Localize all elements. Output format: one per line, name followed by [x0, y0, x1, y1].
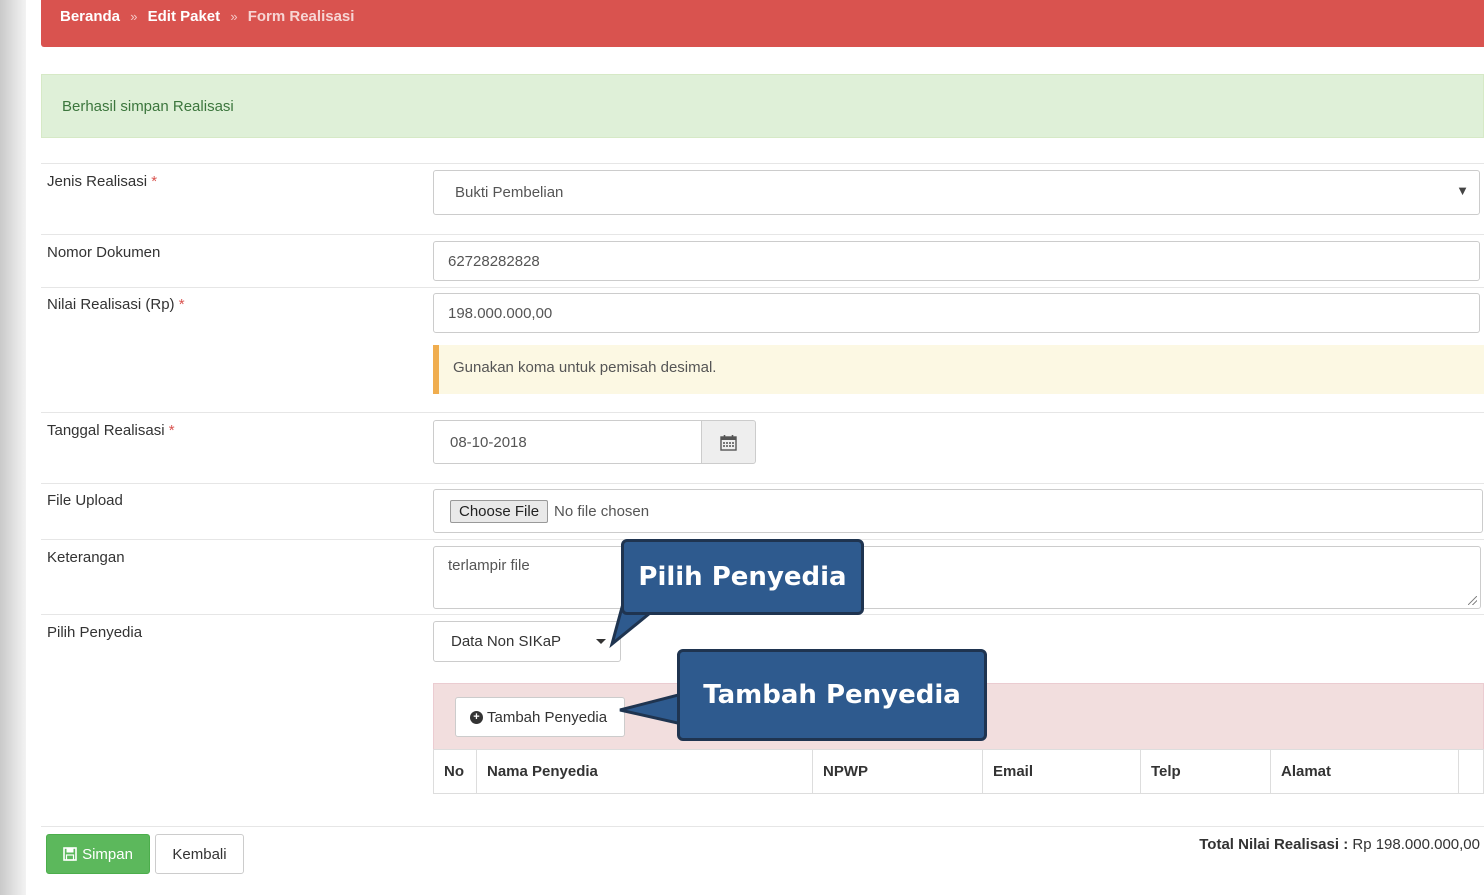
simpan-button[interactable]: Simpan — [46, 834, 150, 874]
callout-tambah-penyedia: Tambah Penyedia — [677, 649, 987, 741]
column-header-no: No — [433, 749, 477, 794]
nomor-dokumen-label: Nomor Dokumen — [47, 244, 161, 261]
required-mark: * — [151, 173, 158, 190]
column-header-telp: Telp — [1140, 749, 1271, 794]
pilih-penyedia-label: Pilih Penyedia — [47, 624, 143, 641]
calendar-icon — [720, 434, 737, 451]
choose-file-button[interactable]: Choose File — [450, 499, 549, 523]
jenis-realisasi-value: Bukti Pembelian — [455, 184, 564, 201]
form-realisasi-page: Beranda » Edit Paket » Form Realisasi Be… — [26, 0, 1484, 895]
pilih-penyedia-value: Data Non SIKaP — [451, 633, 562, 650]
breadcrumb: Beranda » Edit Paket » Form Realisasi — [41, 0, 1484, 47]
nilai-realisasi-value: 198.000.000,00 — [448, 304, 553, 322]
required-mark: * — [168, 422, 175, 439]
table-header-row: No Nama Penyedia NPWP Email Telp Alamat — [433, 749, 1484, 794]
column-header-npwp: NPWP — [812, 749, 983, 794]
keterangan-value: terlampir file — [448, 557, 530, 574]
window-left-shadow — [0, 0, 26, 895]
jenis-realisasi-label: Jenis Realisasi * — [47, 173, 157, 190]
save-icon — [63, 847, 77, 861]
tanggal-realisasi-value: 08-10-2018 — [450, 433, 527, 451]
tanggal-realisasi-input[interactable]: 08-10-2018 — [433, 420, 702, 464]
breadcrumb-current: Form Realisasi — [247, 8, 355, 25]
breadcrumb-separator: » — [230, 9, 238, 24]
resize-handle-icon[interactable] — [1468, 596, 1477, 605]
breadcrumb-separator: » — [130, 9, 138, 24]
row-divider — [41, 412, 1484, 413]
file-upload-input: Choose File No file chosen — [433, 489, 1483, 533]
total-nilai-realisasi: Total Nilai Realisasi : Rp 198.000.000,0… — [1199, 836, 1480, 853]
column-header-email: Email — [982, 749, 1141, 794]
required-mark: * — [178, 296, 185, 313]
nomor-dokumen-value: 62728282828 — [448, 252, 540, 270]
column-header-alamat: Alamat — [1270, 749, 1459, 794]
row-divider — [41, 234, 1484, 235]
success-alert: Berhasil simpan Realisasi — [41, 74, 1484, 138]
jenis-realisasi-label-text: Jenis Realisasi — [47, 173, 148, 190]
nomor-dokumen-input[interactable]: 62728282828 — [433, 241, 1480, 281]
file-status: No file chosen — [554, 502, 650, 520]
keterangan-label: Keterangan — [47, 549, 125, 566]
nilai-realisasi-input[interactable]: 198.000.000,00 — [433, 293, 1480, 333]
row-divider — [41, 483, 1484, 484]
tanggal-realisasi-label: Tanggal Realisasi * — [47, 422, 175, 439]
penyedia-table: No Nama Penyedia NPWP Email Telp Alamat — [433, 749, 1484, 794]
callout-pilih-penyedia: Pilih Penyedia — [621, 539, 864, 615]
nilai-realisasi-label: Nilai Realisasi (Rp) * — [47, 296, 185, 313]
plus-circle-icon: + — [470, 710, 483, 724]
tanggal-realisasi-label-text: Tanggal Realisasi — [47, 422, 165, 439]
row-divider — [41, 163, 1484, 164]
row-divider — [41, 826, 1484, 827]
select-arrow-icon: ▼ — [1456, 183, 1469, 198]
kembali-button[interactable]: Kembali — [155, 834, 244, 874]
calendar-button[interactable] — [701, 420, 756, 464]
column-header-spacer — [1459, 750, 1484, 794]
total-label: Total Nilai Realisasi : — [1199, 836, 1349, 853]
nilai-realisasi-label-text: Nilai Realisasi (Rp) — [47, 296, 175, 313]
tambah-penyedia-button[interactable]: + Tambah Penyedia — [455, 697, 625, 737]
decimal-hint: Gunakan koma untuk pemisah desimal. — [433, 345, 1484, 394]
simpan-label: Simpan — [82, 845, 133, 863]
row-divider — [41, 287, 1484, 288]
breadcrumb-home-link[interactable]: Beranda — [60, 8, 120, 25]
tambah-penyedia-label: Tambah Penyedia — [487, 708, 608, 726]
breadcrumb-edit-paket-link[interactable]: Edit Paket — [148, 8, 221, 25]
file-upload-label: File Upload — [47, 492, 123, 509]
total-value: Rp 198.000.000,00 — [1352, 836, 1480, 853]
column-header-nama-penyedia: Nama Penyedia — [476, 749, 813, 794]
jenis-realisasi-select[interactable]: Bukti Pembelian ▼ — [433, 170, 1480, 215]
